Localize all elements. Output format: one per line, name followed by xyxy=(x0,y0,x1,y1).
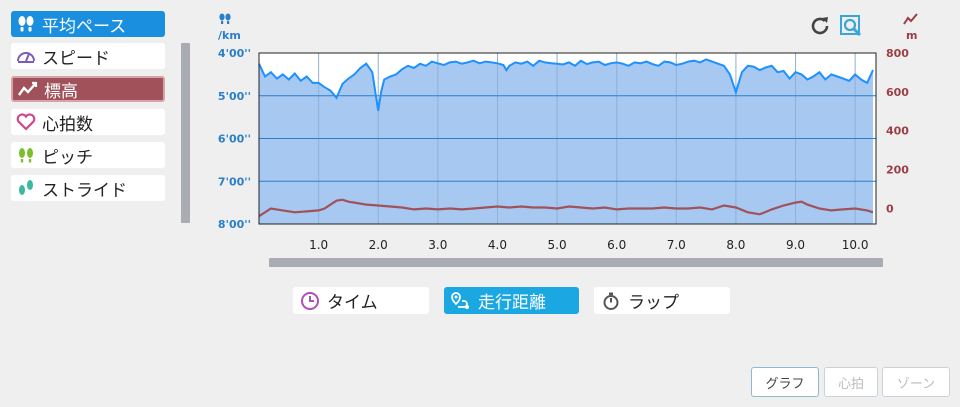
elevation-tick-label: 200 xyxy=(886,164,909,177)
graph-button[interactable]: グラフ xyxy=(751,367,819,397)
x-tick-label: 10.0 xyxy=(842,238,869,252)
x-tick-label: 4.0 xyxy=(488,238,507,252)
x-tick-label: 3.0 xyxy=(428,238,447,252)
x-axis-lap-button[interactable]: ラップ xyxy=(594,287,730,314)
clock-icon xyxy=(299,290,321,312)
x-axis-distance-button[interactable]: 走行距離 xyxy=(444,287,579,314)
elevation-tick-label: 0 xyxy=(886,202,894,215)
pace-tick-label: 4'00'' xyxy=(218,47,251,60)
horizontal-scrollbar[interactable] xyxy=(269,258,883,267)
pace-area xyxy=(259,59,873,225)
x-axis-time-button[interactable]: タイム xyxy=(293,287,429,314)
x-tick-label: 7.0 xyxy=(667,238,686,252)
x-tick-label: 9.0 xyxy=(786,238,805,252)
x-tick-label: 5.0 xyxy=(548,238,567,252)
pace-tick-label: 8'00'' xyxy=(218,218,251,231)
elevation-tick-label: 400 xyxy=(886,125,909,138)
x-tick-label: 1.0 xyxy=(309,238,328,252)
zone-button[interactable]: ゾーン xyxy=(882,367,950,397)
x-tick-label: 8.0 xyxy=(726,238,745,252)
x-axis-lap-label: ラップ xyxy=(628,293,679,313)
x-axis-distance-label: 走行距離 xyxy=(478,293,546,313)
elevation-tick-label: 800 xyxy=(886,47,909,60)
pace-tick-label: 7'00'' xyxy=(218,175,251,188)
route-icon xyxy=(450,290,472,312)
x-tick-label: 2.0 xyxy=(369,238,388,252)
pace-tick-label: 6'00'' xyxy=(218,133,251,146)
stopwatch-icon xyxy=(600,290,622,312)
pace-elevation-chart[interactable]: 4'00'' 5'00'' 6'00'' 7'00'' 8'00'' 800 600 400 2… xyxy=(0,0,960,260)
x-tick-label: 6.0 xyxy=(607,238,626,252)
x-axis-time-label: タイム xyxy=(327,293,378,313)
pace-tick-label: 5'00'' xyxy=(218,90,251,103)
heart-rate-button[interactable]: 心拍 xyxy=(824,367,878,397)
elevation-tick-label: 600 xyxy=(886,86,909,99)
